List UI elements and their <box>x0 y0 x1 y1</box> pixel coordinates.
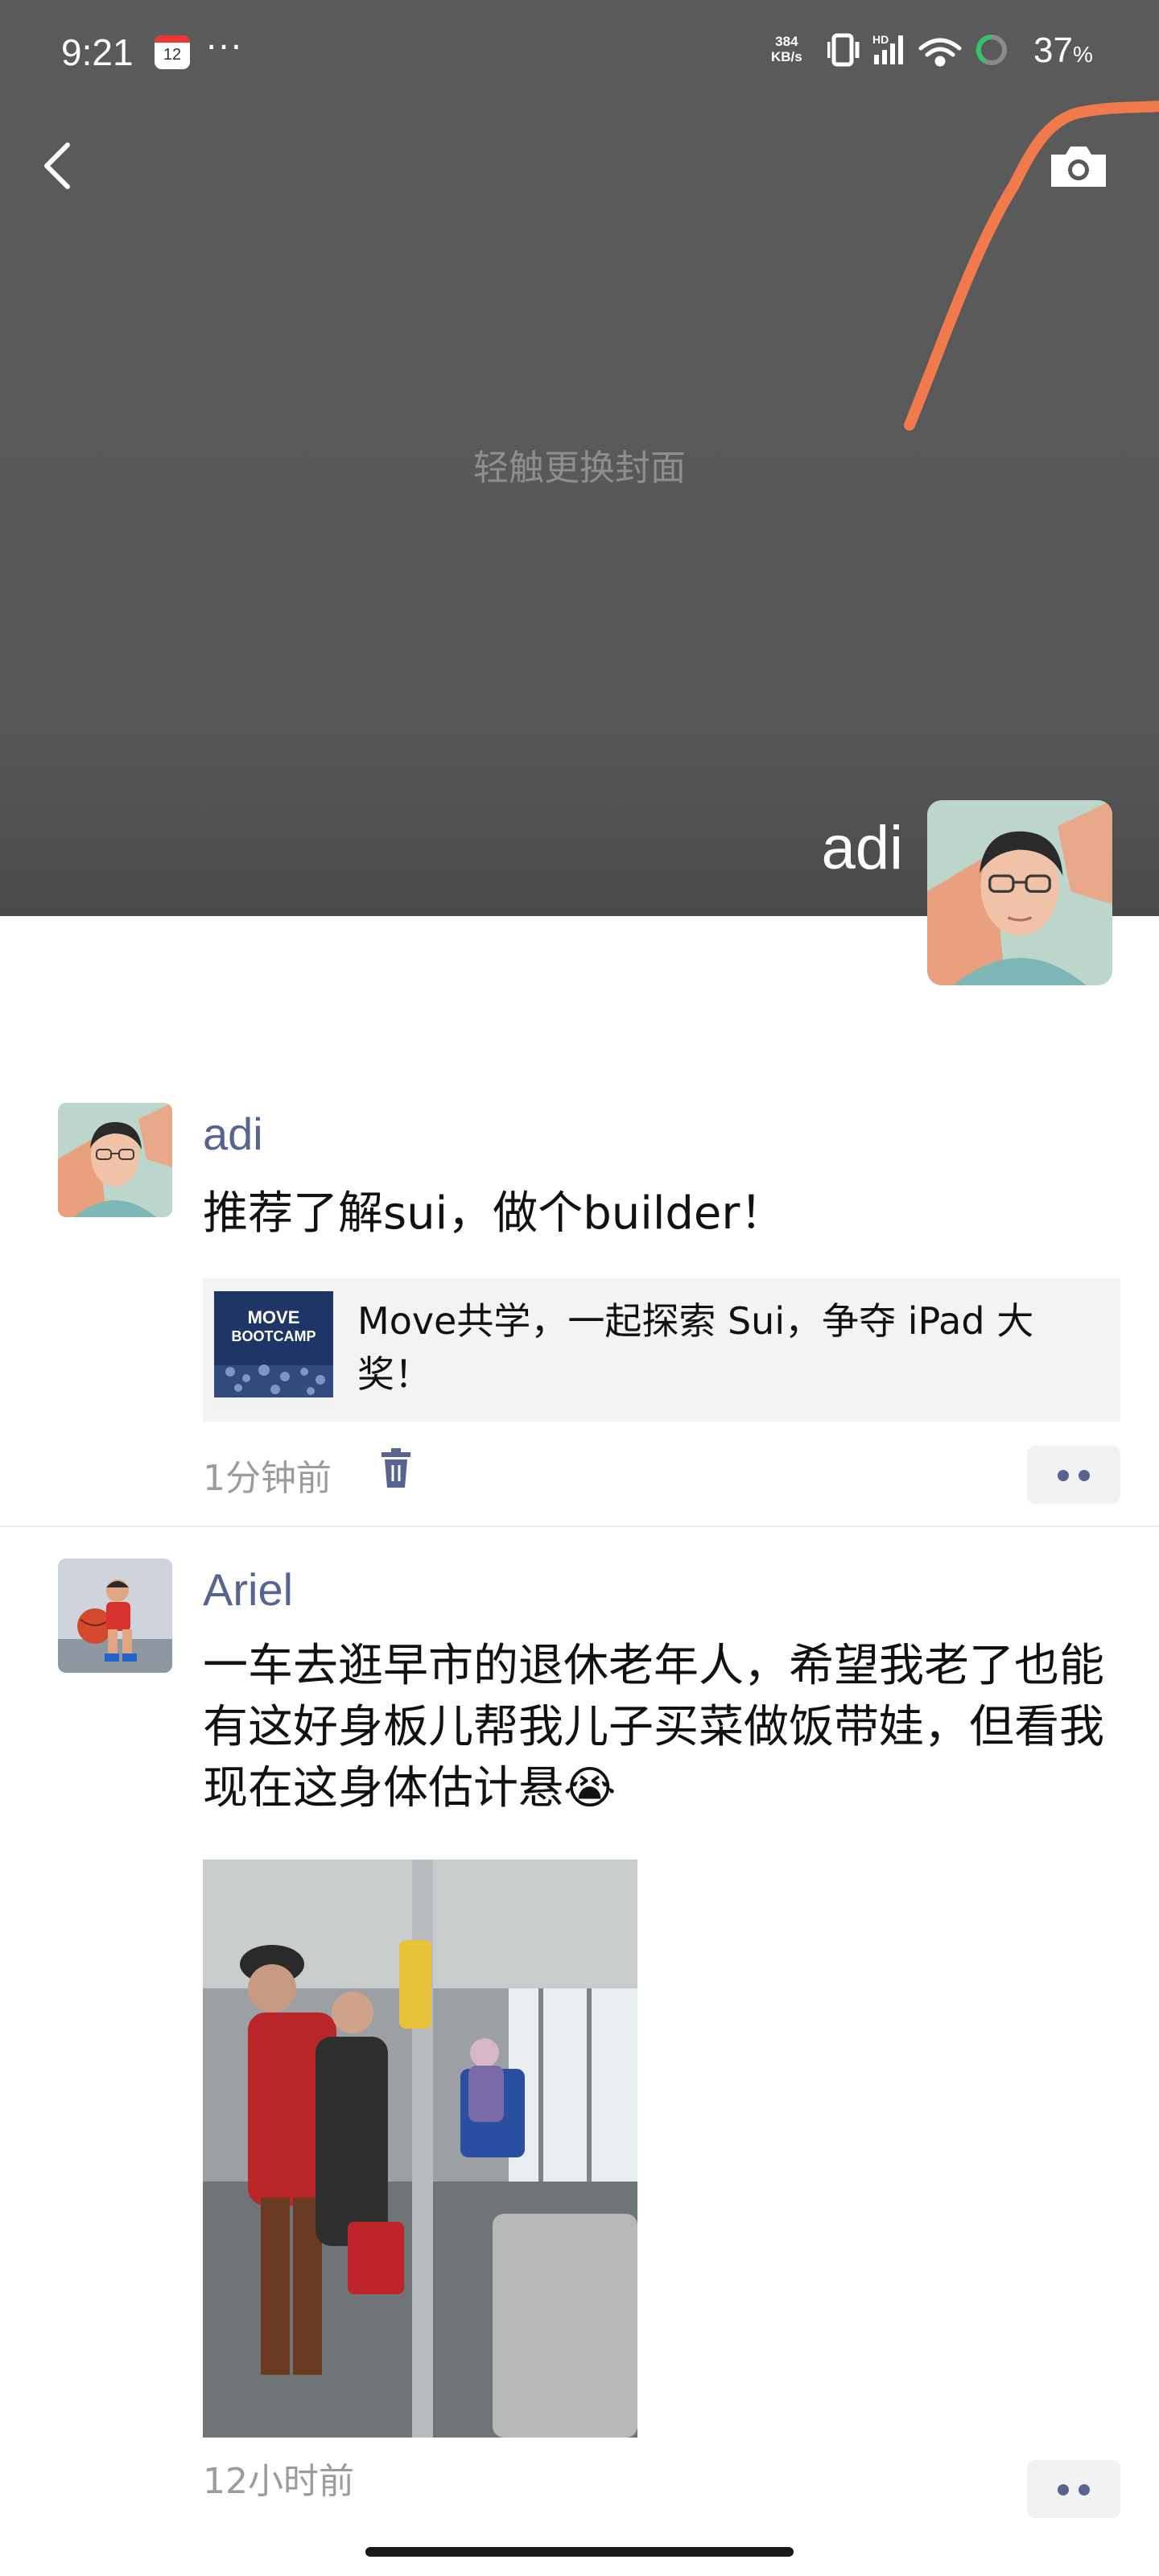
change-cover-hint[interactable]: 轻触更换封面 <box>0 439 1159 490</box>
like-comment-menu-button[interactable] <box>1027 1446 1120 1504</box>
network-speed-unit: KB/s <box>771 49 802 64</box>
post-text-body: 一车去逛早市的退休老年人，希望我老了也能有这好身板儿帮我儿子买菜做饭带娃，但看我… <box>203 1640 1104 1814</box>
bus-interior-photo <box>203 1860 637 2438</box>
dot-icon <box>1058 2484 1069 2496</box>
avatar-child-basketball-image <box>58 1558 172 1673</box>
avatar-portrait-image <box>927 800 1112 985</box>
calendar-notification-icon: 12 <box>155 35 190 69</box>
cellular-signal-icon: HD <box>872 33 903 64</box>
post-meta: 1分钟前 <box>203 1448 410 1501</box>
battery-level: 37% <box>1033 31 1093 71</box>
post-divider <box>0 1525 1159 1527</box>
home-indicator[interactable] <box>365 2547 794 2557</box>
back-button[interactable] <box>35 134 84 198</box>
dot-icon <box>1079 1470 1090 1481</box>
like-comment-menu-button[interactable] <box>1027 2460 1120 2518</box>
poster-title-line-1: MOVE <box>248 1307 300 1327</box>
author-name[interactable]: adi <box>203 1108 263 1160</box>
avatar-portrait-image <box>58 1103 172 1217</box>
link-thumbnail: MOVE BOOTCAMP <box>214 1291 333 1407</box>
post-photo[interactable] <box>203 1860 637 2438</box>
poster-title-line-2: BOOTCAMP <box>232 1328 316 1344</box>
battery-percent: 37 <box>1033 31 1073 70</box>
post-text: 推荐了解sui，做个builder！ <box>203 1187 786 1240</box>
vibrate-icon <box>827 33 860 67</box>
cover-area[interactable]: 9:21 12 ··· 384 KB/s HD 37% 轻触更换封面 adi <box>0 0 1159 916</box>
battery-unit: % <box>1072 42 1093 67</box>
network-speed: 384 KB/s <box>771 34 802 64</box>
profile-avatar[interactable] <box>927 800 1112 985</box>
status-icons: HD <box>827 33 1007 67</box>
chevron-left-icon <box>44 142 70 189</box>
dot-icon <box>1079 2484 1090 2496</box>
orange-annotation-stroke <box>904 101 1159 431</box>
crying-emoji-icon: 😭 <box>563 1762 617 1814</box>
wifi-icon <box>918 38 962 67</box>
post-time: 1分钟前 <box>203 1458 332 1499</box>
post-time: 12小时前 <box>203 2461 354 2502</box>
delete-post-button[interactable] <box>373 1446 419 1494</box>
link-title: Move共学，一起探索 Sui，争夺 iPad 大奖！ <box>357 1299 1034 1396</box>
status-time: 9:21 <box>61 31 134 73</box>
author-avatar[interactable] <box>58 1558 172 1673</box>
profile-name: adi <box>821 814 903 882</box>
post-meta: 12小时前 <box>203 2452 354 2504</box>
shared-link-card[interactable]: MOVE BOOTCAMP Move共学，一起探索 Sui，争夺 iPad 大奖… <box>203 1278 1120 1422</box>
svg-text:HD: HD <box>872 33 889 46</box>
bootcamp-poster-image: MOVE BOOTCAMP <box>214 1291 333 1407</box>
battery-ring-icon <box>975 34 1007 65</box>
trash-icon <box>382 1448 410 1488</box>
dot-icon <box>1058 1470 1069 1481</box>
network-speed-value: 384 <box>775 34 798 49</box>
post-text: 一车去逛早市的退休老年人，希望我老了也能有这好身板儿帮我儿子买菜做饭带娃，但看我… <box>203 1636 1104 1819</box>
author-name[interactable]: Ariel <box>203 1563 293 1616</box>
author-avatar[interactable] <box>58 1103 172 1217</box>
more-notifications-icon: ··· <box>206 27 244 67</box>
